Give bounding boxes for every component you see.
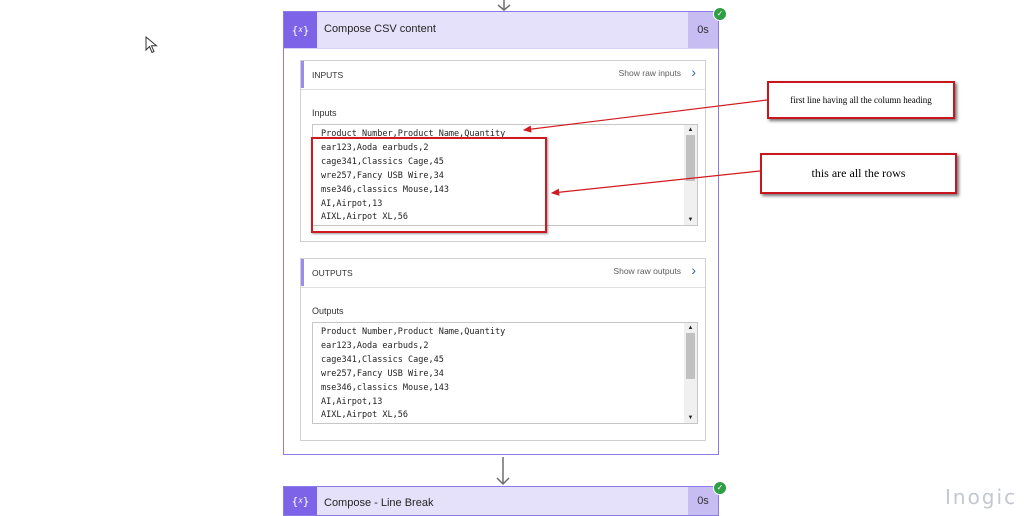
brand-watermark: Inogic xyxy=(945,485,1018,509)
success-check-icon: ✓ xyxy=(713,481,727,495)
annotation-arrows xyxy=(522,99,768,196)
rows-arrow xyxy=(550,170,761,196)
heading-arrow xyxy=(522,99,768,133)
rows-callout: this are all the rows xyxy=(760,153,957,194)
heading-callout: first line having all the column heading xyxy=(767,81,955,119)
action-title: Compose - Line Break xyxy=(324,497,434,509)
curly-braces-icon: {𝑥} xyxy=(284,487,317,515)
